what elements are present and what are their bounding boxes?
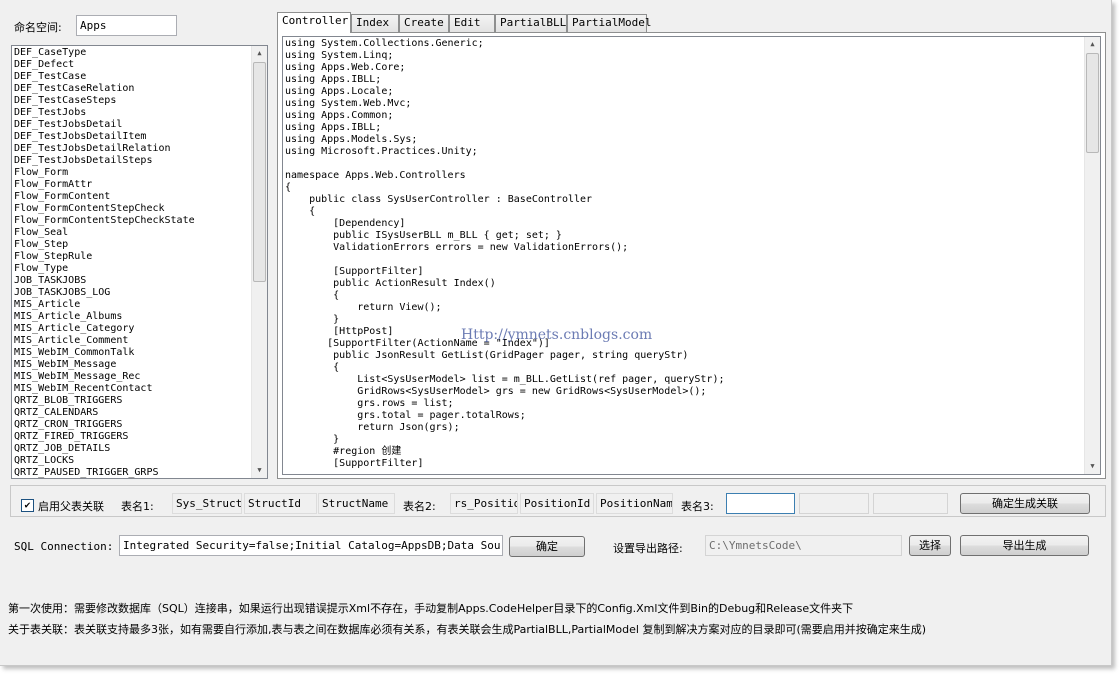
code-editor[interactable]: using System.Collections.Generic; using … — [282, 36, 1101, 475]
table-list-item[interactable]: QRTZ_JOB_DETAILS — [14, 443, 267, 455]
tab-index[interactable]: Index — [351, 14, 399, 32]
table-list-item[interactable]: MIS_WebIM_CommonTalk — [14, 347, 267, 359]
table-listbox[interactable]: DEF_CaseType DEF_Defect DEF_TestCase DEF_Te… — [11, 45, 268, 479]
scroll-thumb[interactable] — [1086, 53, 1099, 153]
table-list-item[interactable]: Flow_FormAttr — [14, 179, 267, 191]
main-window: 命名空间: Apps DEF_CaseType DEF_Defect DEF_Tes… — [0, 0, 1112, 666]
table-list-item[interactable]: Flow_Form — [14, 167, 267, 179]
table-list-item[interactable]: Flow_Type — [14, 263, 267, 275]
table-list-scrollbar[interactable]: ▲ ▼ — [251, 46, 267, 478]
table-list-item[interactable]: MIS_Article_Albums — [14, 311, 267, 323]
table-list-item[interactable]: JOB_TASKJOBS_LOG — [14, 287, 267, 299]
table-list-item[interactable]: DEF_TestJobsDetailSteps — [14, 155, 267, 167]
tab-edit[interactable]: Edit — [449, 14, 495, 32]
table2-name-field[interactable]: rs_Position — [450, 493, 518, 514]
confirm-relation-button[interactable]: 确定生成关联 — [960, 493, 1090, 514]
table-list-item[interactable]: Flow_StepRule — [14, 251, 267, 263]
scroll-thumb[interactable] — [253, 62, 266, 282]
choose-path-button[interactable]: 选择 — [909, 535, 951, 556]
table-list-item[interactable]: DEF_Defect — [14, 59, 267, 71]
code-text: using System.Collections.Generic; using … — [285, 38, 725, 469]
export-path-label: 设置导出路径: — [613, 542, 683, 555]
table-list-item[interactable]: QRTZ_FIRED_TRIGGERS — [14, 431, 267, 443]
table3-label: 表名3: — [681, 500, 714, 513]
table-list-item[interactable]: DEF_TestJobsDetailItem — [14, 131, 267, 143]
table-list-item[interactable]: MIS_WebIM_Message_Rec — [14, 371, 267, 383]
tab-controller[interactable]: Controller — [277, 12, 351, 33]
table-list-item[interactable]: DEF_TestCaseSteps — [14, 95, 267, 107]
sql-connection-label: SQL Connection: — [14, 540, 114, 553]
note-first-use: 第一次使用：需要修改数据库（SQL）连接串，如果运行出现错误提示Xml不存在，手… — [8, 602, 854, 615]
export-generate-button[interactable]: 导出生成 — [960, 535, 1089, 556]
table-list-item[interactable]: DEF_TestJobsDetail — [14, 119, 267, 131]
table-list-item[interactable]: Flow_FormContentStepCheckState — [14, 215, 267, 227]
table-list-item[interactable]: Flow_Seal — [14, 227, 267, 239]
table1-label: 表名1: — [121, 500, 154, 513]
code-scrollbar[interactable]: ▲ ▼ — [1084, 37, 1100, 474]
note-relation: 关于表关联：表关联支持最多3张，如有需要自行添加,表与表之间在数据库必须有关系，… — [8, 623, 927, 636]
table2-key-field[interactable]: PositionId — [520, 493, 594, 514]
table-list-item[interactable]: QRTZ_BLOB_TRIGGERS — [14, 395, 267, 407]
table-list-item[interactable]: MIS_WebIM_Message — [14, 359, 267, 371]
table-list-item[interactable]: Flow_FormContent — [14, 191, 267, 203]
table-list-item[interactable]: DEF_TestJobsDetailRelation — [14, 143, 267, 155]
namespace-label: 命名空间: — [14, 21, 62, 34]
tab-create[interactable]: Create — [399, 14, 449, 32]
table-list-item[interactable]: MIS_Article_Comment — [14, 335, 267, 347]
table-list-item[interactable]: DEF_TestJobs — [14, 107, 267, 119]
watermark-text: Http://ymnets.cnblogs.com — [461, 327, 653, 343]
scroll-up-icon[interactable]: ▲ — [1085, 37, 1100, 52]
table-list-item[interactable]: DEF_TestCase — [14, 71, 267, 83]
table-list-item[interactable]: MIS_WebIM_RecentContact — [14, 383, 267, 395]
table3-name-field[interactable] — [726, 493, 795, 514]
enable-relation-checkbox[interactable]: ✔ — [21, 499, 34, 512]
table-list-item[interactable]: QRTZ_LOCKS — [14, 455, 267, 467]
scroll-down-icon[interactable]: ▼ — [252, 463, 267, 478]
table2-text-field[interactable]: PositionName — [596, 493, 673, 514]
tab-partial-bll[interactable]: PartialBLL — [495, 14, 567, 32]
table-list-item[interactable]: DEF_CaseType — [14, 47, 267, 59]
scroll-down-icon[interactable]: ▼ — [1085, 459, 1100, 474]
table-list-item[interactable]: DEF_TestCaseRelation — [14, 83, 267, 95]
table-list-item[interactable]: JOB_TASKJOBS — [14, 275, 267, 287]
table1-text-field[interactable]: StructName — [318, 493, 395, 514]
relation-group: ✔ 启用父表关联 表名1: Sys_Struct StructId Struct… — [10, 485, 1106, 517]
table-list-item[interactable]: Flow_FormContentStepCheck — [14, 203, 267, 215]
table-list-item[interactable]: QRTZ_CALENDARS — [14, 407, 267, 419]
table1-key-field[interactable]: StructId — [244, 493, 317, 514]
table-list: DEF_CaseType DEF_Defect DEF_TestCase DEF_Te… — [12, 46, 267, 478]
code-tab-panel: using System.Collections.Generic; using … — [277, 32, 1106, 479]
table3-text-field[interactable] — [873, 493, 948, 514]
table-list-item[interactable]: QRTZ_PAUSED_TRIGGER_GRPS — [14, 467, 267, 478]
namespace-input[interactable]: Apps — [76, 15, 177, 36]
export-path-input[interactable]: C:\YmnetsCode\ — [705, 535, 902, 556]
scroll-up-icon[interactable]: ▲ — [252, 46, 267, 61]
table2-label: 表名2: — [403, 500, 436, 513]
table1-name-field[interactable]: Sys_Struct — [172, 493, 242, 514]
check-icon: ✔ — [24, 500, 31, 511]
table-list-item[interactable]: Flow_Step — [14, 239, 267, 251]
table-list-item[interactable]: MIS_Article — [14, 299, 267, 311]
sql-confirm-button[interactable]: 确定 — [509, 536, 585, 557]
tab-partial-model[interactable]: PartialModel — [567, 14, 651, 32]
sql-connection-input[interactable]: Integrated Security=false;Initial Catalo… — [119, 535, 503, 556]
table-list-item[interactable]: QRTZ_CRON_TRIGGERS — [14, 419, 267, 431]
enable-relation-label[interactable]: 启用父表关联 — [38, 498, 104, 514]
table3-key-field[interactable] — [799, 493, 869, 514]
table-list-item[interactable]: MIS_Article_Category — [14, 323, 267, 335]
